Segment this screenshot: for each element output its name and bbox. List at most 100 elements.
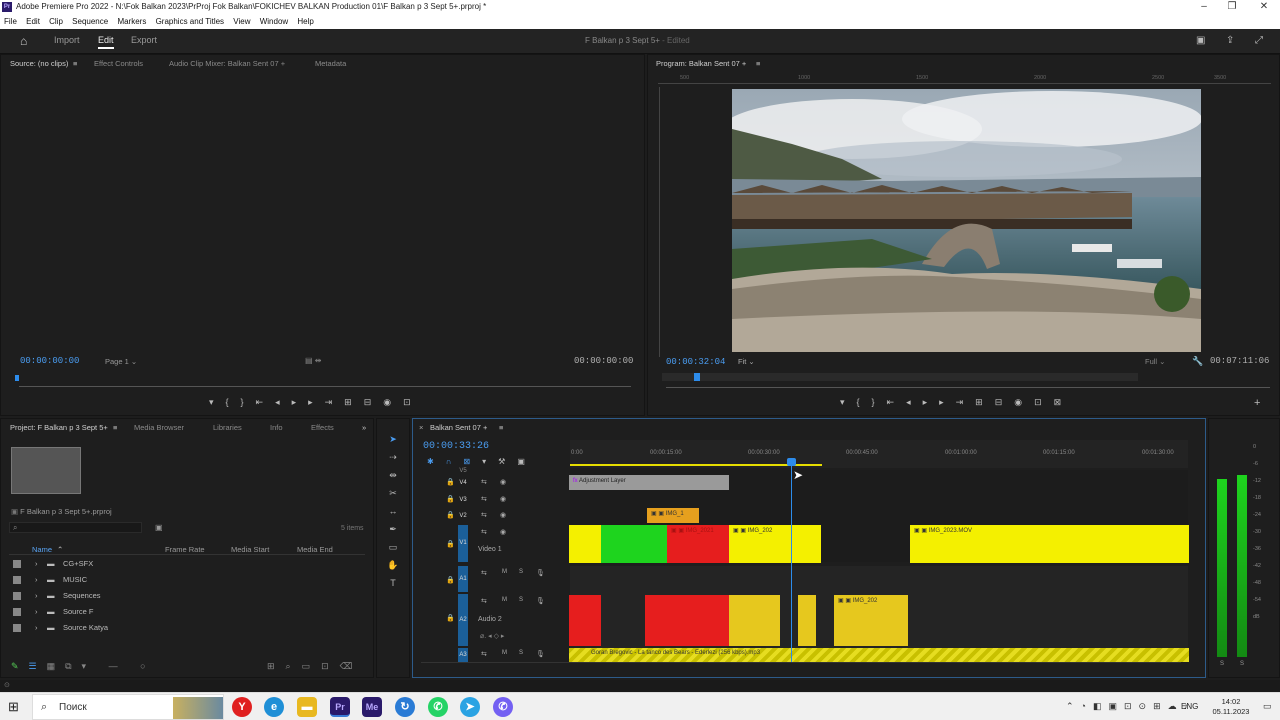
expand-icon[interactable]: › — [35, 623, 38, 632]
sync-lock-icon[interactable]: ⇆ — [481, 478, 487, 486]
source-menu-icon[interactable]: ≡ — [73, 55, 77, 73]
tab-program[interactable]: Program: Balkan Sent 07 + — [656, 55, 746, 73]
type-tool-icon[interactable]: T — [387, 577, 399, 589]
project-footer-toolbar[interactable]: ✎☰▦⧉▾ — ○ — [11, 661, 156, 672]
tab-audio-clip-mixer[interactable]: Audio Clip Mixer: Balkan Sent 07 + — [169, 55, 285, 73]
more-panels-icon[interactable]: » — [362, 419, 366, 437]
tab-effect-controls[interactable]: Effect Controls — [94, 55, 143, 73]
timeline-toolbar[interactable]: ✱∩⊠▾⚒▣ — [427, 457, 537, 466]
tab-metadata[interactable]: Metadata — [315, 55, 346, 73]
quick-export-icon[interactable]: ▣ — [1196, 35, 1205, 46]
timeline-horizontal-scrollbar[interactable] — [421, 662, 1181, 668]
eye-icon[interactable]: ◉ — [500, 511, 506, 519]
solo-button[interactable]: S — [519, 569, 523, 575]
lock-icon[interactable]: 🔒 — [446, 511, 455, 519]
menu-graphics[interactable]: Graphics and Titles — [156, 17, 224, 26]
tab-effects[interactable]: Effects — [311, 419, 334, 437]
tab-source[interactable]: Source: (no clips) — [10, 55, 68, 73]
sequence-menu-icon[interactable]: ≡ — [499, 419, 503, 437]
audio-clip[interactable] — [645, 595, 729, 646]
track-header-a2[interactable]: 🔒 A2 ⇆ M S 🎙 Audio 2 ⌀. ◂ ◇ ▸ — [418, 594, 570, 646]
viber-icon[interactable]: ✆ — [493, 697, 513, 717]
list-item[interactable]: › ▬ Sequences — [9, 590, 361, 606]
notifications-icon[interactable]: ▭ — [1263, 701, 1272, 712]
track-header-v1[interactable]: 🔒 V1 ⇆ ◉ Video 1 — [418, 525, 570, 562]
tab-project[interactable]: Project: F Balkan p 3 Sept 5+ — [10, 419, 108, 437]
eye-icon[interactable]: ◉ — [500, 495, 506, 503]
eye-icon[interactable]: ◉ — [500, 528, 506, 536]
taskbar-search-input[interactable]: ⌕ Поиск — [32, 694, 224, 720]
language-indicator[interactable]: ENG — [1181, 702, 1198, 711]
source-scrubber[interactable] — [19, 386, 631, 387]
v1-clip[interactable]: ▣ ▣ IMG_2021 — [667, 525, 729, 563]
tab-media-browser[interactable]: Media Browser — [134, 419, 184, 437]
premiere-taskbar-icon[interactable]: Pr — [330, 697, 350, 717]
list-item[interactable]: › ▬ CG+SFX — [9, 558, 361, 574]
tab-libraries[interactable]: Libraries — [213, 419, 242, 437]
sync-lock-icon[interactable]: ⇆ — [481, 511, 487, 519]
track-select-tool-icon[interactable]: ⇢ — [387, 451, 399, 463]
work-area-bar[interactable] — [570, 464, 822, 466]
timeline-ruler[interactable]: 0:00 00:00:15:00 00:00:30:00 00:00:45:00… — [570, 440, 1188, 468]
audio-clip[interactable] — [798, 595, 816, 646]
menu-sequence[interactable]: Sequence — [72, 17, 108, 26]
ripple-edit-tool-icon[interactable]: ⇹ — [387, 469, 399, 481]
menu-markers[interactable]: Markers — [117, 17, 146, 26]
mute-button[interactable]: M — [502, 650, 507, 656]
tab-import[interactable]: Import — [54, 35, 80, 45]
adjustment-layer-clip[interactable]: fx Adjustment Layer — [569, 475, 729, 490]
audio-clip[interactable] — [729, 595, 780, 646]
expand-icon[interactable]: › — [35, 575, 38, 584]
file-explorer-icon[interactable]: ▬ — [297, 697, 317, 717]
solo-right-button[interactable]: S — [1240, 661, 1244, 667]
close-icon[interactable]: ✕ — [1250, 0, 1278, 14]
lock-icon[interactable]: 🔒 — [446, 576, 455, 584]
slip-tool-icon[interactable]: ↔ — [387, 505, 399, 517]
tab-sequence[interactable]: Balkan Sent 07 + — [430, 419, 487, 437]
share-icon[interactable]: ⇪ — [1226, 35, 1234, 46]
tab-export[interactable]: Export — [131, 35, 157, 45]
mic-icon[interactable]: 🎙 — [536, 569, 545, 577]
menu-file[interactable]: File — [4, 17, 17, 26]
system-tray-icons[interactable]: ⌃◔◧▣⊡⊙⊞☁♪ — [1066, 701, 1195, 712]
sync-lock-icon[interactable]: ⇆ — [481, 569, 487, 577]
pen-tool-icon[interactable]: ✒ — [387, 523, 399, 535]
solo-left-button[interactable]: S — [1220, 661, 1224, 667]
telegram-icon[interactable]: ➤ — [460, 697, 480, 717]
add-button-icon[interactable]: + — [1254, 397, 1260, 409]
source-timecode[interactable]: 00:00:00:00 — [20, 356, 79, 366]
track-header-v4[interactable]: 🔒 V4 ⇆ ◉ — [418, 475, 570, 491]
rectangle-tool-icon[interactable]: ▭ — [387, 541, 399, 553]
audio-clip[interactable] — [569, 595, 601, 646]
col-media-end[interactable]: Media End — [297, 545, 333, 554]
project-menu-icon[interactable]: ≡ — [113, 419, 117, 437]
mic-icon[interactable]: 🎙 — [536, 650, 545, 658]
timeline-playhead[interactable] — [791, 460, 792, 662]
windows-start-icon[interactable]: ⊞ — [8, 699, 19, 715]
expand-icon[interactable]: › — [35, 607, 38, 616]
v2-clip[interactable]: ▣ ▣ IMG_1 — [647, 508, 699, 523]
timeline-vertical-scrollbar[interactable] — [1189, 470, 1197, 660]
v1-clip[interactable]: ▣ ▣ IMG_202 — [729, 525, 821, 563]
settings-wrench-icon[interactable]: 🔧 — [1192, 356, 1203, 367]
expand-icon[interactable]: › — [35, 591, 38, 600]
music-clip[interactable]: Goran Bregovic - La tanco des Bears - Ed… — [569, 648, 1189, 662]
menu-clip[interactable]: Clip — [49, 17, 63, 26]
track-header-a1[interactable]: 🔒 A1 ⇆ M S 🎙 — [418, 566, 570, 592]
v1-clip[interactable] — [569, 525, 601, 563]
lock-icon[interactable]: 🔒 — [446, 540, 455, 548]
home-icon[interactable]: ⌂ — [20, 34, 27, 48]
lock-icon[interactable]: 🔒 — [446, 478, 455, 486]
razor-tool-icon[interactable]: ✂ — [387, 487, 399, 499]
list-item[interactable]: › ▬ Source F — [9, 606, 361, 622]
edge-icon[interactable]: e — [264, 697, 284, 717]
hand-tool-icon[interactable]: ✋ — [387, 559, 399, 571]
fullscreen-icon[interactable]: ⤢ — [1255, 35, 1263, 46]
eye-icon[interactable]: ◉ — [500, 478, 506, 486]
project-search-input[interactable]: ⌕ — [9, 522, 142, 533]
track-header-a3[interactable]: A3 ⇆ M S 🎙 — [418, 648, 570, 662]
list-item[interactable]: › ▬ MUSIC — [9, 574, 361, 590]
sort-asc-icon[interactable]: ⌃ — [57, 545, 63, 554]
mic-icon[interactable]: 🎙 — [536, 597, 545, 605]
v1-clip[interactable] — [601, 525, 667, 563]
